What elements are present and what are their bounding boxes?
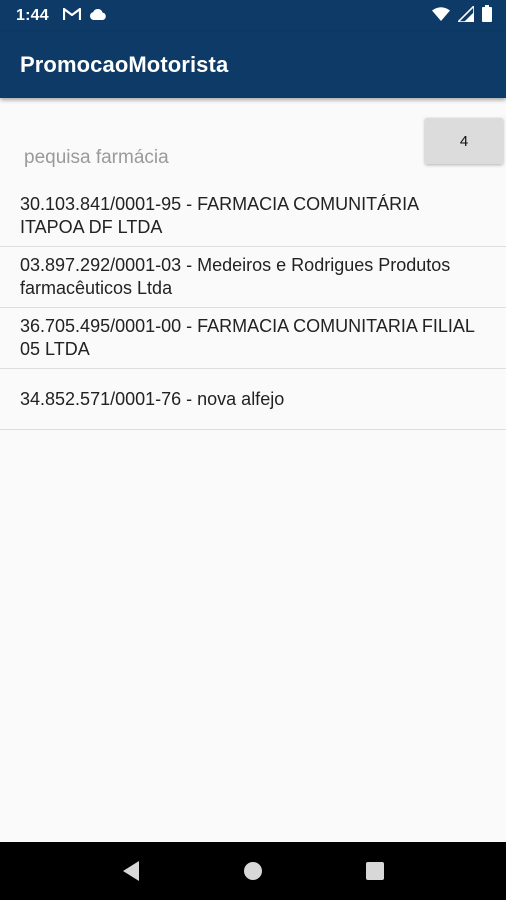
list-item[interactable]: 36.705.495/0001-00 - FARMACIA COMUNITARI…	[0, 308, 506, 369]
app-bar: PromocaoMotorista	[0, 32, 506, 98]
navigation-bar	[0, 842, 506, 900]
home-icon[interactable]	[233, 851, 273, 891]
signal-icon	[456, 3, 475, 27]
status-time: 1:44	[16, 7, 49, 24]
recents-icon[interactable]	[355, 851, 395, 891]
battery-icon	[482, 5, 492, 27]
search-input[interactable]	[12, 140, 392, 176]
cloud-icon	[89, 7, 107, 25]
list-item[interactable]: 30.103.841/0001-95 - FARMACIA COMUNITÁRI…	[0, 186, 506, 247]
count-button[interactable]: 4	[425, 118, 503, 164]
status-bar: 1:44	[0, 0, 506, 32]
list-item[interactable]: 34.852.571/0001-76 - nova alfejo	[0, 369, 506, 430]
main-content: 4 30.103.841/0001-95 - FARMACIA COMUNITÁ…	[0, 98, 506, 842]
gmail-icon	[62, 7, 81, 26]
app-title: PromocaoMotorista	[20, 52, 229, 77]
back-icon[interactable]	[111, 851, 151, 891]
wifi-icon	[432, 6, 450, 26]
list-item[interactable]: 03.897.292/0001-03 - Medeiros e Rodrigue…	[0, 247, 506, 308]
pharmacy-list: 30.103.841/0001-95 - FARMACIA COMUNITÁRI…	[0, 186, 506, 430]
